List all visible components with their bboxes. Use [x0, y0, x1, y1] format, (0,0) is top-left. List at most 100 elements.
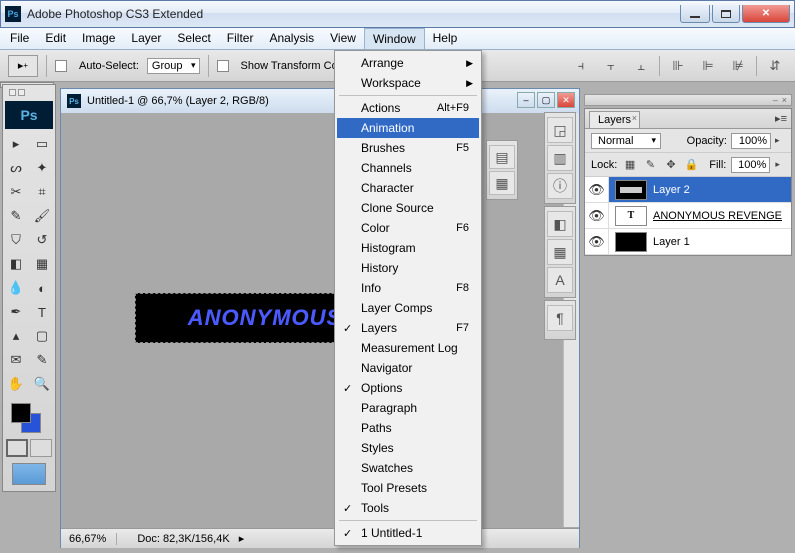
collapsed-panel-header[interactable]: – × [584, 94, 792, 106]
current-tool-indicator[interactable]: ▸+ [8, 55, 38, 77]
window-menu-item[interactable]: ActionsAlt+F9 [337, 98, 479, 118]
dock-strip[interactable]: ¶ [544, 300, 576, 340]
layer-name[interactable]: ANONYMOUS REVENGE [653, 210, 782, 222]
distribute-icon[interactable]: ⊫ [696, 56, 720, 76]
layer-row[interactable]: 👁TANONYMOUS REVENGE [585, 203, 791, 229]
styles-icon[interactable]: A [547, 267, 573, 293]
type-tool[interactable]: T [30, 301, 54, 323]
layers-tab[interactable]: Layers × [589, 111, 640, 128]
history-brush-tool[interactable]: ↺ [30, 229, 54, 251]
notes-tool[interactable]: ✉ [4, 349, 28, 371]
window-menu-item[interactable]: Arrange▶ [337, 53, 479, 73]
layer-thumbnail[interactable] [615, 232, 647, 252]
window-menu-item[interactable]: Character [337, 178, 479, 198]
panel-menu-icon[interactable]: ▸≡ [775, 112, 787, 125]
toolbox-header[interactable] [5, 87, 53, 99]
opacity-arrow-icon[interactable]: ▸ [775, 135, 785, 146]
navigator-icon[interactable]: ◲ [547, 117, 573, 143]
dock-tab-icon[interactable]: ▤ [489, 145, 515, 169]
zoom-tool[interactable]: 🔍 [30, 373, 54, 395]
standard-mode-button[interactable] [6, 439, 28, 457]
maximize-button[interactable] [712, 5, 740, 23]
window-menu-item[interactable]: Animation [337, 118, 479, 138]
menubar-item-file[interactable]: File [2, 28, 37, 49]
window-menu-item[interactable]: BrushesF5 [337, 138, 479, 158]
arrange-icon[interactable]: ⇵ [763, 56, 787, 76]
menubar-item-analysis[interactable]: Analysis [261, 28, 322, 49]
blur-tool[interactable]: 💧 [4, 277, 28, 299]
healing-tool[interactable]: ✎ [4, 205, 28, 227]
window-menu-item[interactable]: History [337, 258, 479, 278]
lock-transparency-icon[interactable]: ▦ [622, 157, 637, 173]
window-menu-item[interactable]: InfoF8 [337, 278, 479, 298]
quickmask-mode-button[interactable] [30, 439, 52, 457]
foreground-color[interactable] [11, 403, 31, 423]
minimize-button[interactable] [680, 5, 710, 23]
path-select-tool[interactable]: ▴ [4, 325, 28, 347]
eyedropper-tool[interactable]: ✎ [30, 349, 54, 371]
layer-row[interactable]: 👁Layer 2 [585, 177, 791, 203]
window-menu-item[interactable]: Layer Comps [337, 298, 479, 318]
move-tool[interactable]: ▸ [4, 133, 28, 155]
menubar-item-edit[interactable]: Edit [37, 28, 74, 49]
window-menu-item[interactable]: Clone Source [337, 198, 479, 218]
collapse-icon[interactable]: – [773, 95, 778, 105]
window-menu-item[interactable]: Histogram [337, 238, 479, 258]
close-icon[interactable]: × [782, 95, 787, 105]
window-menu-item[interactable]: Styles [337, 438, 479, 458]
show-transform-checkbox[interactable] [217, 60, 229, 72]
menubar-item-window[interactable]: Window [364, 28, 425, 49]
window-menu-item[interactable]: ColorF6 [337, 218, 479, 238]
brush-tool[interactable]: 🖌 [30, 205, 54, 227]
histogram-icon[interactable]: ▥ [547, 145, 573, 171]
color-icon[interactable]: ◧ [547, 211, 573, 237]
color-swatches[interactable] [5, 401, 53, 435]
lasso-tool[interactable]: ᔕ [4, 157, 28, 179]
screen-mode-button[interactable] [12, 463, 46, 485]
window-menu-item[interactable]: ✓Tools [337, 498, 479, 518]
lock-all-icon[interactable]: 🔒 [684, 157, 699, 173]
align-icon[interactable]: ⫟ [599, 56, 623, 76]
slice-tool[interactable]: ⌗ [30, 181, 54, 203]
layer-thumbnail[interactable] [615, 180, 647, 200]
crop-tool[interactable]: ✂ [4, 181, 28, 203]
doc-minimize-button[interactable]: – [517, 92, 535, 108]
auto-select-combo[interactable]: Group [147, 58, 200, 74]
zoom-level[interactable]: 66,67% [69, 533, 117, 545]
fill-input[interactable]: 100% [731, 157, 770, 173]
document-titlebar[interactable]: Ps Untitled-1 @ 66,7% (Layer 2, RGB/8) –… [61, 89, 579, 113]
window-menu-item[interactable]: Paragraph [337, 398, 479, 418]
visibility-icon[interactable]: 👁 [585, 229, 609, 254]
dock-strip[interactable]: ◲ ▥ ⓘ [544, 112, 576, 204]
align-icon[interactable]: ⫠ [629, 56, 653, 76]
dock-strip[interactable]: ▤ ▦ [486, 140, 518, 200]
layer-row[interactable]: 👁 Layer 1 [585, 229, 791, 255]
lock-position-icon[interactable]: ✥ [663, 157, 678, 173]
dodge-tool[interactable]: ◐ [30, 277, 54, 299]
doc-close-button[interactable]: ✕ [557, 92, 575, 108]
dock-tab-icon[interactable]: ▦ [489, 171, 515, 195]
menubar-item-view[interactable]: View [322, 28, 364, 49]
hand-tool[interactable]: ✋ [4, 373, 28, 395]
fill-arrow-icon[interactable]: ▸ [775, 159, 785, 170]
eraser-tool[interactable]: ◧ [4, 253, 28, 275]
quick-select-tool[interactable]: ✦ [30, 157, 54, 179]
distribute-icon[interactable]: ⊪ [666, 56, 690, 76]
align-icon[interactable]: ⫞ [569, 56, 593, 76]
window-menu-item[interactable]: Workspace▶ [337, 73, 479, 93]
window-menu-item[interactable]: ✓LayersF7 [337, 318, 479, 338]
visibility-icon[interactable]: 👁 [585, 203, 609, 228]
distribute-icon[interactable]: ⊯ [726, 56, 750, 76]
layer-name[interactable]: Layer 1 [653, 236, 690, 248]
menubar-item-select[interactable]: Select [169, 28, 218, 49]
doc-info-arrow[interactable]: ▸ [239, 533, 245, 545]
gradient-tool[interactable]: ▦ [30, 253, 54, 275]
blend-mode-combo[interactable]: Normal [591, 133, 661, 149]
tab-close-icon[interactable]: × [632, 113, 637, 123]
menubar-item-filter[interactable]: Filter [219, 28, 262, 49]
marquee-tool[interactable]: ▭ [30, 133, 54, 155]
window-menu-item[interactable]: Paths [337, 418, 479, 438]
window-menu-item[interactable]: Tool Presets [337, 478, 479, 498]
visibility-icon[interactable]: 👁 [585, 177, 609, 202]
shape-tool[interactable]: ▢ [30, 325, 54, 347]
